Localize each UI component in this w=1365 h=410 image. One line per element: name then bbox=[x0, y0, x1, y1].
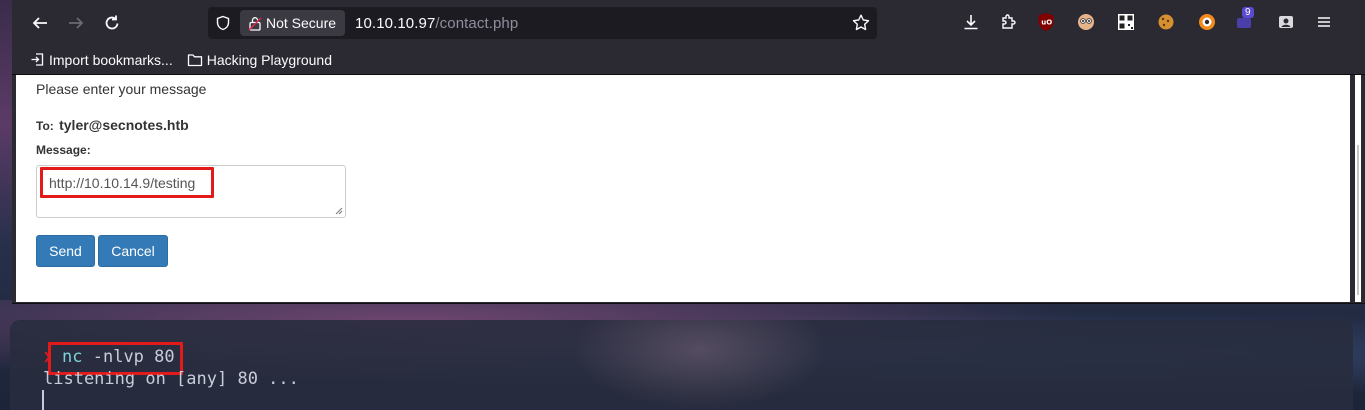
bookmark-star-icon[interactable] bbox=[851, 13, 871, 33]
folder-icon bbox=[187, 53, 202, 66]
cookie-editor-face-icon[interactable] bbox=[1075, 11, 1097, 33]
extension-badge: 9 bbox=[1242, 7, 1254, 18]
bookmark-folder-hacking-playground[interactable]: Hacking Playground bbox=[187, 52, 332, 68]
url-path: /contact.php bbox=[435, 14, 519, 32]
security-label: Not Secure bbox=[266, 15, 337, 31]
address-bar[interactable]: Not Secure 10.10.10.97/contact.php bbox=[208, 7, 877, 39]
recipient-line: To: tyler@secnotes.htb bbox=[36, 117, 189, 133]
message-label: Message: bbox=[36, 143, 91, 157]
ublock-origin-icon[interactable]: uO bbox=[1035, 11, 1057, 33]
cancel-button[interactable]: Cancel bbox=[98, 235, 168, 267]
back-arrow-icon bbox=[32, 17, 47, 29]
reload-button[interactable] bbox=[98, 9, 126, 37]
qr-code-icon[interactable] bbox=[1115, 11, 1137, 33]
recipient-address: tyler@secnotes.htb bbox=[59, 117, 189, 133]
foxyproxy-icon[interactable] bbox=[1196, 11, 1218, 33]
resize-grip-icon[interactable] bbox=[335, 207, 343, 215]
notifications-extension-icon[interactable]: 9 bbox=[1234, 7, 1256, 33]
bookmarks-toolbar: Import bookmarks... Hacking Playground bbox=[12, 45, 1365, 75]
profile-extension-icon[interactable] bbox=[1275, 11, 1297, 33]
url-text[interactable]: 10.10.10.97/contact.php bbox=[355, 15, 518, 32]
back-button[interactable] bbox=[26, 9, 54, 37]
extensions-puzzle-icon[interactable] bbox=[997, 11, 1019, 33]
form-intro-text: Please enter your message bbox=[36, 81, 207, 97]
forward-button[interactable] bbox=[62, 9, 90, 37]
tracking-protection-icon[interactable] bbox=[208, 7, 238, 39]
terminal-background-art bbox=[550, 320, 850, 410]
reload-icon bbox=[105, 15, 119, 30]
page-content: Please enter your message To: tyler@secn… bbox=[16, 75, 1350, 302]
unlocked-icon bbox=[248, 16, 262, 31]
send-button[interactable]: Send bbox=[36, 235, 95, 267]
application-menu-icon[interactable] bbox=[1313, 11, 1335, 33]
svg-text:uO: uO bbox=[1041, 19, 1052, 27]
terminal-output: listening on [any] 80 ... bbox=[43, 369, 299, 389]
bookmark-label: Hacking Playground bbox=[206, 51, 332, 68]
to-label: To: bbox=[36, 119, 54, 133]
site-security-indicator[interactable]: Not Secure bbox=[240, 10, 346, 36]
cookie-icon[interactable] bbox=[1155, 11, 1177, 33]
scrollbar-thumb[interactable] bbox=[1357, 145, 1359, 295]
url-host: 10.10.10.97 bbox=[355, 14, 436, 32]
bookmark-import[interactable]: Import bookmarks... bbox=[30, 52, 173, 68]
terminal-cursor bbox=[42, 390, 44, 410]
browser-window: Not Secure 10.10.10.97/contact.php uO 9 … bbox=[12, 0, 1365, 304]
downloads-icon[interactable] bbox=[960, 11, 982, 33]
browser-toolbar: Not Secure 10.10.10.97/contact.php uO 9 bbox=[12, 0, 1365, 45]
bookmark-label: Import bookmarks... bbox=[49, 51, 173, 68]
forward-arrow-icon bbox=[69, 17, 84, 29]
page-scrollbar[interactable] bbox=[1355, 75, 1361, 302]
terminal-window: ❯ nc -nlvp 80 listening on [any] 80 ... bbox=[10, 320, 1353, 410]
import-icon bbox=[31, 53, 44, 66]
highlight-box-message bbox=[40, 167, 214, 198]
